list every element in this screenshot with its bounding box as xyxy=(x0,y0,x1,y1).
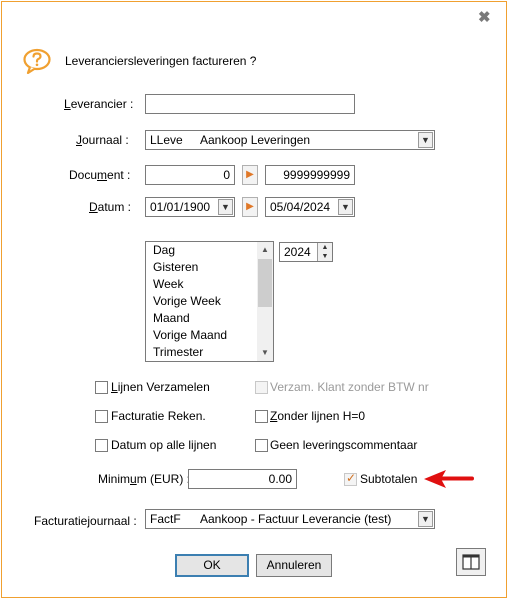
split-panel-icon xyxy=(462,554,480,570)
list-item[interactable]: Vorige Maand xyxy=(146,327,273,344)
verzam-klant-checkbox[interactable] xyxy=(255,381,268,394)
scroll-up-icon[interactable]: ▲ xyxy=(257,242,273,258)
chevron-down-icon[interactable]: ▼ xyxy=(218,199,233,215)
list-item[interactable]: Trimester xyxy=(146,344,273,361)
spin-up-icon[interactable]: ▲ xyxy=(318,243,332,252)
period-scrollbar[interactable]: ▲ ▼ xyxy=(257,242,273,361)
layout-panel-button[interactable] xyxy=(456,548,486,576)
period-listbox[interactable]: Dag Gisteren Week Vorige Week Maand Vori… xyxy=(145,241,274,362)
list-item[interactable]: Maand xyxy=(146,310,273,327)
document-from-input[interactable]: 0 xyxy=(145,165,235,185)
datum-to-picker[interactable]: 05/04/2024 ▼ xyxy=(265,197,355,217)
facturatiejournaal-select[interactable]: FactF Aankoop - Factuur Leverancie (test… xyxy=(145,509,435,529)
journaal-select[interactable]: LLeve Aankoop Leveringen ▼ xyxy=(145,130,435,150)
zonder-lijnen-label: Zonder lijnen H=0 xyxy=(270,409,366,423)
question-bubble-icon xyxy=(23,48,51,74)
minimum-input[interactable]: 0.00 xyxy=(188,469,297,489)
dialog-question: Leveranciersleveringen factureren ? xyxy=(65,54,257,68)
chevron-down-icon[interactable]: ▼ xyxy=(338,199,353,215)
list-item[interactable]: Gisteren xyxy=(146,259,273,276)
list-item[interactable]: Week xyxy=(146,276,273,293)
journaal-code: LLeve xyxy=(150,133,183,147)
red-arrow-icon xyxy=(424,470,474,488)
scroll-thumb[interactable] xyxy=(258,259,272,307)
datum-to-value: 05/04/2024 xyxy=(270,200,331,214)
copy-right-arrow-icon[interactable]: ▶ xyxy=(242,197,258,217)
subtotalen-checkbox[interactable]: ✓ xyxy=(344,471,357,486)
facturatiejournaal-label: Facturatiejournaal : xyxy=(34,514,137,528)
chevron-down-icon[interactable]: ▼ xyxy=(418,511,433,527)
year-spinner[interactable]: 2024 ▲ ▼ xyxy=(279,242,333,262)
journaal-label: Journaal : xyxy=(76,133,129,147)
facturatiejournaal-code: FactF xyxy=(150,512,181,526)
lijnen-verzamelen-checkbox[interactable] xyxy=(95,381,108,394)
check-icon: ✓ xyxy=(346,471,357,485)
datum-op-alle-lijnen-checkbox[interactable] xyxy=(95,439,108,452)
zonder-lijnen-checkbox[interactable] xyxy=(255,410,268,423)
leverancier-input[interactable] xyxy=(145,94,355,114)
document-label: Document : xyxy=(69,168,131,182)
datum-op-alle-lijnen-label: Datum op alle lijnen xyxy=(111,438,217,452)
facturatie-reken-label: Facturatie Reken. xyxy=(111,409,206,423)
verzam-klant-label: Verzam. Klant zonder BTW nr xyxy=(270,380,429,394)
facturatie-reken-checkbox[interactable] xyxy=(95,410,108,423)
copy-right-arrow-icon[interactable]: ▶ xyxy=(242,165,258,185)
datum-from-value: 01/01/1900 xyxy=(150,200,211,214)
lijnen-verzamelen-label: Lijnen Verzamelen xyxy=(111,380,210,394)
leverancier-label: Leverancier : xyxy=(64,97,134,111)
scroll-down-icon[interactable]: ▼ xyxy=(257,345,273,361)
ok-button[interactable]: OK xyxy=(175,554,249,577)
datum-label: Datum : xyxy=(89,200,132,214)
document-to-input[interactable]: 9999999999 xyxy=(265,165,355,185)
list-item[interactable]: Dag xyxy=(146,242,273,259)
geen-commentaar-label: Geen leveringscommentaar xyxy=(270,438,418,452)
geen-commentaar-checkbox[interactable] xyxy=(255,439,268,452)
chevron-down-icon[interactable]: ▼ xyxy=(418,132,433,148)
subtotalen-label: Subtotalen xyxy=(360,472,418,486)
journaal-name: Aankoop Leveringen xyxy=(200,133,311,147)
minimum-label: Minimum (EUR) : xyxy=(98,472,191,486)
datum-from-picker[interactable]: 01/01/1900 ▼ xyxy=(145,197,235,217)
close-icon[interactable]: ✖ xyxy=(478,8,491,26)
facturatiejournaal-name: Aankoop - Factuur Leverancie (test) xyxy=(200,512,392,526)
year-value: 2024 xyxy=(284,245,311,259)
list-item[interactable]: Vorige Week xyxy=(146,293,273,310)
cancel-button[interactable]: Annuleren xyxy=(256,554,332,577)
spin-down-icon[interactable]: ▼ xyxy=(318,252,332,261)
